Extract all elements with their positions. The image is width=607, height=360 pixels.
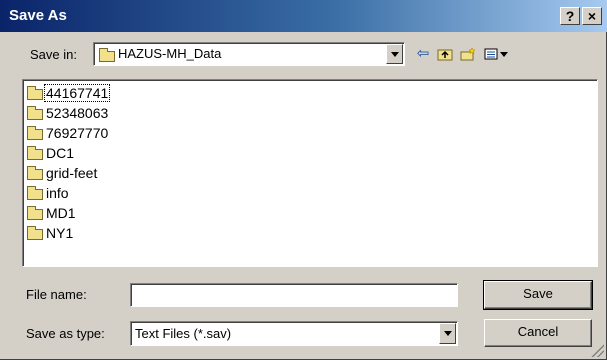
list-item[interactable]: 44167741 [27, 83, 111, 103]
folder-icon [99, 48, 117, 63]
list-item[interactable]: 76927770 [27, 123, 109, 143]
folder-icon [27, 85, 43, 100]
back-arrow-icon[interactable]: ⇦ [414, 45, 432, 63]
folder-icon [27, 225, 43, 240]
list-item[interactable]: info [27, 183, 70, 203]
file-list[interactable]: 44167741 52348063 76927770 DC1 grid-feet… [22, 79, 598, 267]
list-item[interactable]: DC1 [27, 143, 75, 163]
list-item[interactable]: NY1 [27, 223, 74, 243]
title-bar[interactable]: Save As ? × [0, 0, 607, 32]
window-title: Save As [9, 7, 67, 24]
save-as-type-dropdown[interactable]: Text Files (*.sav) [130, 321, 458, 346]
new-folder-icon[interactable] [459, 45, 477, 63]
save-in-label: Save in: [30, 47, 77, 62]
save-as-type-value: Text Files (*.sav) [135, 326, 232, 341]
chevron-down-icon[interactable] [439, 323, 456, 344]
list-item[interactable]: grid-feet [27, 163, 98, 183]
save-in-value: HAZUS-MH_Data [118, 46, 222, 61]
close-button[interactable]: × [582, 7, 602, 25]
save-as-dialog: Save As ? × Save in: HAZUS-MH_Data ⇦ 441… [0, 0, 607, 360]
list-item[interactable]: 52348063 [27, 103, 109, 123]
folder-icon [27, 205, 43, 220]
save-as-type-label: Save as type: [26, 326, 105, 341]
view-menu-icon[interactable] [483, 45, 511, 63]
folder-icon [27, 105, 43, 120]
save-in-dropdown[interactable]: HAZUS-MH_Data [93, 42, 405, 66]
resize-grip-icon[interactable] [590, 343, 604, 357]
folder-icon [27, 125, 43, 140]
cancel-button[interactable]: Cancel [484, 319, 592, 347]
chevron-down-icon[interactable] [386, 44, 403, 64]
folder-icon [27, 185, 43, 200]
help-button[interactable]: ? [560, 7, 580, 25]
help-icon: ? [565, 8, 575, 24]
folder-icon [27, 165, 43, 180]
file-name-field[interactable] [130, 283, 458, 307]
save-button[interactable]: Save [483, 280, 593, 310]
folder-icon [27, 145, 43, 160]
up-one-level-icon[interactable] [436, 45, 454, 63]
close-icon: × [587, 8, 597, 24]
list-item[interactable]: MD1 [27, 203, 77, 223]
file-name-label: File name: [26, 287, 87, 302]
